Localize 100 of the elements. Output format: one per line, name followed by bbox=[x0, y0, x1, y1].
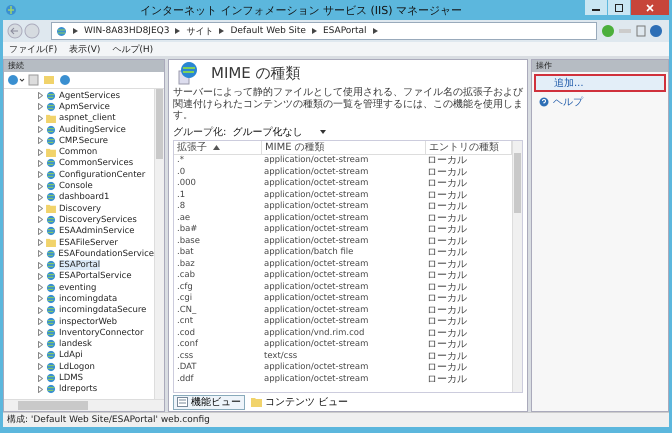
table-cell-text: application/octet-stream bbox=[263, 316, 370, 326]
tree-item[interactable]: incomingdata bbox=[38, 293, 154, 305]
tree-item[interactable]: eventing bbox=[38, 282, 154, 294]
tree-item[interactable]: DiscoveryServices bbox=[38, 214, 154, 226]
tree-item[interactable]: AuditingService bbox=[38, 124, 154, 136]
close-icon bbox=[646, 4, 654, 12]
table-cell-text: .cgi bbox=[176, 293, 194, 304]
folder-icon bbox=[46, 238, 56, 247]
table-cell-text: ローカル bbox=[426, 177, 468, 190]
breadcrumb-item[interactable]: WIN-8A83HD8JEQ3 bbox=[84, 26, 170, 36]
tree-item[interactable]: ESAFileServer bbox=[38, 236, 154, 248]
table-cell-text: application/octet-stream bbox=[263, 166, 370, 177]
table-cell-text: ローカル bbox=[426, 200, 468, 214]
table-cell-text: ローカル bbox=[426, 315, 468, 328]
chevron-icon bbox=[219, 28, 224, 34]
scrollbar[interactable] bbox=[154, 89, 164, 399]
help-icon bbox=[539, 97, 549, 107]
view-tab[interactable]: 機能ビュー bbox=[173, 394, 245, 410]
table-cell-text: ローカル bbox=[426, 258, 468, 271]
tree-item[interactable]: CMP.Secure bbox=[38, 135, 154, 146]
table-cell-text: .* bbox=[176, 155, 185, 166]
window-title: インターネット インフォメーション サービス (IIS) マネージャー bbox=[138, 2, 464, 18]
table-cell-text: .0 bbox=[176, 166, 186, 177]
tree-item[interactable]: landesk bbox=[38, 338, 154, 350]
tree-item[interactable]: ESAPortalService bbox=[38, 270, 154, 282]
table-cell-text: application/octet-stream bbox=[263, 224, 370, 234]
chevron-icon bbox=[73, 28, 78, 34]
list-icon bbox=[177, 397, 188, 407]
tree-item[interactable]: inspectorWeb bbox=[38, 316, 154, 328]
tree-item[interactable]: LDMS bbox=[38, 372, 154, 384]
table-cell-text: .CN_ bbox=[176, 304, 198, 315]
globe-icon bbox=[56, 26, 67, 36]
folder-icon bbox=[46, 114, 56, 123]
scrollbar[interactable] bbox=[4, 399, 164, 411]
breadcrumb-item[interactable]: ESAPortal bbox=[322, 26, 367, 36]
tree-item[interactable]: InventoryConnector bbox=[38, 327, 154, 339]
table-cell-text: .ba# bbox=[176, 224, 198, 234]
tree-item[interactable]: LdApi bbox=[38, 350, 154, 362]
tree-item[interactable]: ApmService bbox=[38, 101, 154, 113]
table-cell-text: .conf bbox=[176, 339, 200, 350]
table-cell-text: application/octet-stream bbox=[263, 362, 370, 372]
table-cell-text: .cfg bbox=[176, 282, 194, 292]
globe-icon bbox=[46, 384, 56, 394]
tree-item[interactable]: Common bbox=[38, 146, 154, 158]
table-cell-text: .ddf bbox=[176, 374, 195, 384]
tree-item[interactable]: Console bbox=[38, 180, 154, 192]
tree-item[interactable]: aspnet_client bbox=[38, 112, 154, 124]
globe-icon bbox=[46, 260, 56, 270]
breadcrumb-item[interactable]: Default Web Site bbox=[230, 26, 306, 36]
maximize-button[interactable] bbox=[608, 0, 630, 15]
tree-item[interactable]: CommonServices bbox=[38, 158, 154, 170]
action-link[interactable]: ヘルプ bbox=[534, 94, 666, 110]
tree-item[interactable]: ESAPortal bbox=[38, 259, 154, 271]
table-cell-text: application/octet-stream bbox=[263, 339, 370, 350]
breadcrumb-item[interactable]: サイト bbox=[186, 24, 214, 38]
globe-icon bbox=[46, 350, 56, 360]
table-cell-text: application/vnd.rim.cod bbox=[263, 328, 366, 338]
column-header[interactable]: MIME の種類 bbox=[262, 140, 426, 154]
tree-item[interactable]: incomingdataSecure bbox=[38, 304, 154, 316]
maximize-icon bbox=[615, 4, 623, 12]
table-cell-text: application/octet-stream bbox=[263, 304, 370, 315]
chevron-icon bbox=[372, 28, 378, 34]
toolbar-icons-drawing[interactable] bbox=[601, 24, 665, 38]
tree-item[interactable]: AgentServices bbox=[38, 90, 154, 102]
globe-icon bbox=[46, 373, 56, 384]
column-header[interactable]: 拡張子 bbox=[174, 140, 262, 154]
table-cell-text: ローカル bbox=[426, 326, 468, 340]
tree-item[interactable]: Discovery bbox=[38, 202, 154, 214]
table-cell-text: ローカル bbox=[426, 269, 468, 282]
globe-icon bbox=[46, 90, 56, 101]
menu-item[interactable]: ファイル(F) bbox=[9, 42, 58, 56]
scrollbar[interactable] bbox=[512, 140, 522, 392]
tree-item[interactable]: ConfigurationCenter bbox=[38, 169, 154, 180]
table-cell-text: .css bbox=[176, 350, 194, 361]
address-bar[interactable]: WIN-8A83HD8JEQ3 サイト Default Web Site ESAPortal bbox=[51, 22, 597, 40]
sort-icon bbox=[213, 144, 220, 150]
menu-item[interactable]: 表示(V) bbox=[69, 42, 100, 56]
table-cell-text: .000 bbox=[176, 178, 197, 188]
table-cell-text: application/octet-stream bbox=[263, 282, 370, 292]
globe-icon bbox=[46, 192, 56, 202]
pane-header: 操作 bbox=[532, 60, 668, 72]
table-cell-text: .8 bbox=[176, 201, 186, 212]
tree-item[interactable]: LdLogon bbox=[38, 361, 154, 372]
action-link[interactable]: 追加... bbox=[534, 74, 666, 92]
tree-item[interactable]: dashboard1 bbox=[38, 192, 154, 203]
globe-icon bbox=[46, 124, 56, 135]
tree-item[interactable]: ESAAdminService bbox=[38, 226, 154, 237]
feature-description: サーバーによって静的ファイルとして使用される、ファイル名の拡張子および関連付けられたコンテンツの種類の一覧を管理するには、この機能を使用します。 bbox=[173, 87, 523, 122]
tree-item[interactable]: ESAFoundationService bbox=[38, 248, 154, 260]
table-cell-text: .bat bbox=[176, 247, 195, 258]
table-cell-text: ローカル bbox=[426, 350, 468, 363]
table-cell-text: ローカル bbox=[426, 361, 468, 374]
group-label: グループ化: bbox=[173, 126, 226, 138]
close-button[interactable] bbox=[631, 0, 669, 15]
table-cell-text: ローカル bbox=[426, 154, 468, 168]
tree-item[interactable]: ldreports bbox=[38, 384, 154, 396]
table-cell-text: .cnt bbox=[176, 316, 194, 326]
minimize-button[interactable] bbox=[585, 0, 607, 15]
globe-icon bbox=[46, 136, 56, 146]
menu-item[interactable]: ヘルプ(H) bbox=[112, 42, 154, 56]
